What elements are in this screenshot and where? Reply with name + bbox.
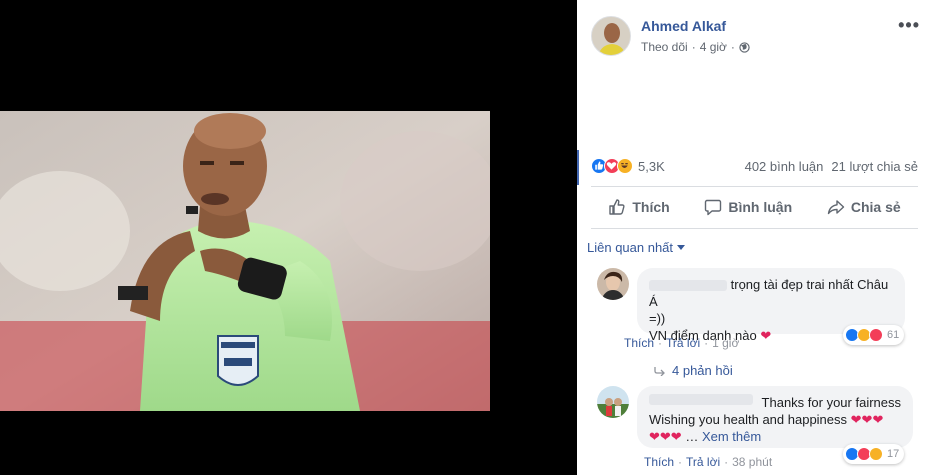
- post-panel: Ahmed Alkaf Theo dõi · 4 giờ · ••• 5,3K …: [577, 0, 932, 475]
- post-meta: Theo dõi · 4 giờ ·: [641, 40, 750, 54]
- divider: [591, 228, 918, 229]
- like-label: Thích: [632, 199, 670, 215]
- post-header: Ahmed Alkaf Theo dõi · 4 giờ · •••: [591, 16, 922, 60]
- separator: ·: [658, 336, 663, 350]
- photo-viewer: [0, 0, 577, 475]
- comment-like-link[interactable]: Thích: [644, 455, 674, 469]
- avatar-image: [597, 386, 629, 418]
- comment-actions: Thích · Trả lời · 1 giờ: [624, 336, 739, 350]
- ellipsis-icon: •••: [898, 15, 920, 35]
- comment-sort-dropdown[interactable]: Liên quan nhất: [587, 240, 686, 255]
- comment-bubble: Thanks for your fairness Wishing you hea…: [637, 386, 913, 448]
- comment-like-link[interactable]: Thích: [624, 336, 654, 350]
- comment: trọng tài đẹp trai nhất Châu Á =)) VN đi…: [597, 268, 918, 378]
- see-more-link[interactable]: Xem thêm: [702, 429, 761, 444]
- comment-time[interactable]: 38 phút: [732, 455, 772, 469]
- meta-separator: ·: [730, 40, 735, 54]
- post-actions: Thích Bình luận Chia sẻ: [591, 188, 918, 226]
- post-stats: 5,3K 402 bình luận 21 lượt chia sẻ: [591, 152, 918, 180]
- divider: [591, 186, 918, 187]
- post-time[interactable]: 4 giờ: [700, 40, 727, 54]
- reaction-count[interactable]: 5,3K: [638, 159, 665, 174]
- view-replies-link[interactable]: 4 phản hồi: [654, 363, 733, 378]
- commenter-avatar[interactable]: [597, 268, 629, 300]
- ellipsis: …: [685, 429, 699, 444]
- comment-count[interactable]: 402 bình luận: [745, 159, 824, 174]
- heart-emoji: ❤❤❤: [850, 412, 884, 427]
- share-button[interactable]: Chia sẻ: [827, 198, 901, 216]
- share-icon: [827, 200, 845, 215]
- comment-reply-link[interactable]: Trả lời: [666, 336, 700, 350]
- separator: ·: [724, 455, 729, 469]
- comment-reaction-count: 61: [887, 329, 900, 341]
- comment-icon: [705, 199, 722, 216]
- separator: ·: [704, 336, 709, 350]
- comment-reactions[interactable]: 61: [843, 325, 905, 345]
- more-options-button[interactable]: •••: [898, 16, 920, 34]
- comment-label: Bình luận: [728, 199, 793, 215]
- comment-text-line: Thanks for your fairness: [761, 395, 901, 410]
- heart-emoji: ❤: [760, 328, 772, 343]
- separator: ·: [678, 455, 683, 469]
- comment: Thanks for your fairness Wishing you hea…: [597, 386, 918, 475]
- author-name[interactable]: Ahmed Alkaf: [641, 18, 726, 34]
- comment-reactions[interactable]: 17: [843, 444, 905, 464]
- haha-reaction-icon: [869, 447, 883, 461]
- replies-count: 4 phản hồi: [672, 363, 733, 378]
- stats-accent-bar: [577, 150, 579, 185]
- globe-icon: [739, 41, 750, 53]
- thumbs-up-icon: [609, 199, 625, 215]
- sort-label: Liên quan nhất: [587, 240, 674, 255]
- referee-photo-illustration: [0, 111, 490, 411]
- comment-text-line: Wishing you health and happiness: [649, 412, 848, 427]
- heart-emoji: ❤❤❤: [649, 429, 682, 444]
- reply-arrow-icon: [654, 366, 665, 376]
- comment-actions: Thích · Trả lời · 38 phút: [644, 455, 772, 469]
- reaction-icons[interactable]: [591, 158, 633, 174]
- like-button[interactable]: Thích: [608, 198, 670, 216]
- stats-right: 402 bình luận 21 lượt chia sẻ: [745, 159, 918, 174]
- author-avatar[interactable]: [591, 16, 631, 56]
- haha-reaction-icon: [617, 158, 633, 174]
- love-reaction-icon: [869, 328, 883, 342]
- caret-down-icon: [677, 245, 686, 250]
- post-photo[interactable]: [0, 111, 490, 411]
- comment-time[interactable]: 1 giờ: [712, 336, 739, 350]
- comment-reply-link[interactable]: Trả lời: [686, 455, 720, 469]
- comment-button[interactable]: Bình luận: [704, 198, 792, 216]
- avatar-image: [597, 268, 629, 300]
- avatar-image: [592, 17, 630, 55]
- comment-reaction-count: 17: [887, 448, 900, 460]
- commenter-avatar[interactable]: [597, 386, 629, 418]
- commenter-name[interactable]: [649, 280, 727, 292]
- share-count[interactable]: 21 lượt chia sẻ: [831, 159, 918, 174]
- follow-link[interactable]: Theo dõi: [641, 40, 688, 54]
- commenter-name[interactable]: [649, 394, 753, 405]
- meta-separator: ·: [691, 40, 696, 54]
- share-label: Chia sẻ: [850, 199, 901, 215]
